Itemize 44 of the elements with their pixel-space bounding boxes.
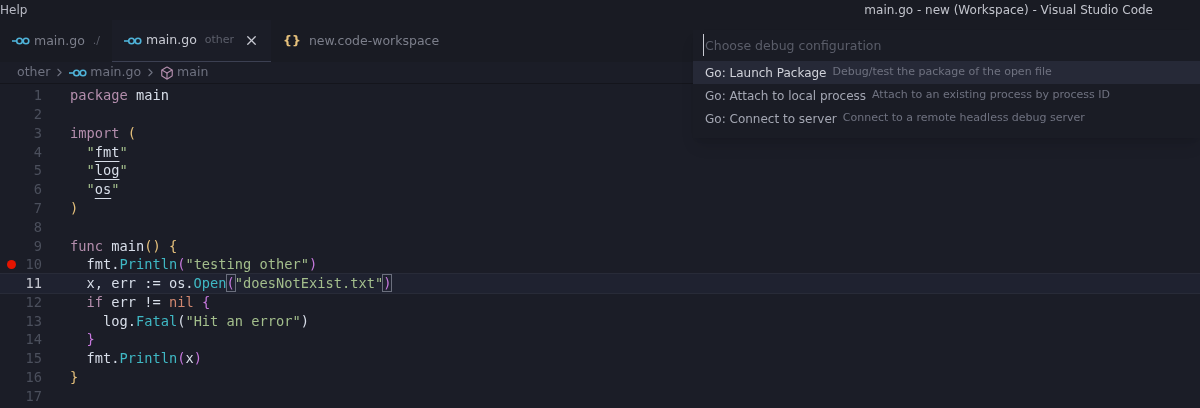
item-label: Go: Connect to server [705,110,837,128]
quick-pick-item[interactable]: Go: Connect to server Connect to a remote headless debug server [693,107,1200,130]
code-line: x, err := os.Open("doesNotExist.txt") [85,274,392,294]
editor-tab[interactable]: main.go other [112,20,272,62]
code-line: fmt.Println("testing other") [85,255,318,275]
item-description: Connect to a remote headless debug server [842,110,1085,127]
breadcrumb-item[interactable]: main [177,63,209,82]
tab-description: other [204,32,235,49]
quick-pick-input[interactable]: Choose debug configuration [703,34,1190,56]
tab-label: main.go [146,31,197,50]
editor-tab[interactable]: {} new.code-workspace [271,20,452,62]
tab-label: new.code-workspace [308,31,440,50]
code-line: "log" [85,161,128,181]
braces-icon: {} [283,31,301,51]
code-line: ) [70,198,79,218]
editor-tab[interactable]: main.go ./ [0,20,112,62]
code-line: func main() { [70,236,178,256]
code-line: "os" [85,180,120,200]
item-label: Go: Launch Package [705,64,827,82]
tab-label: main.go [34,31,85,50]
quick-pick-item[interactable]: Go: Attach to local process Attach to an existing process by process ID [693,84,1200,107]
code-line: log.Fatal("Hit an error") [101,311,309,331]
breadcrumb-item[interactable]: other [17,63,51,82]
item-description: Attach to an existing process by process ID [872,87,1110,104]
breakpoint-icon[interactable] [6,260,16,270]
menu-item[interactable]: Help [0,1,28,19]
breadcrumb-item[interactable]: main.go [90,63,142,82]
go-logo-icon [124,36,142,45]
code-line: } [70,368,79,388]
cube-icon [160,65,175,80]
item-description: Debug/test the package of the open file [832,64,1052,81]
code-line: "fmt" [85,142,128,162]
quick-pick-item[interactable]: Go: Launch Package Debug/test the package of the open file [693,61,1200,84]
tab-description: ./ [92,32,100,49]
code-line: if err != nil { [85,292,211,312]
go-logo-icon [69,68,88,77]
code-line: import ( [70,123,136,143]
code-line: fmt.Println(x) [85,349,202,369]
item-label: Go: Attach to local process [705,87,867,105]
go-logo-icon [12,37,30,45]
line-number: 11 [24,274,42,294]
code-line: package main [70,86,169,106]
code-line: } [85,330,95,350]
window-title: main.go - new (Workspace) - Visual Studio Code [864,2,1153,19]
